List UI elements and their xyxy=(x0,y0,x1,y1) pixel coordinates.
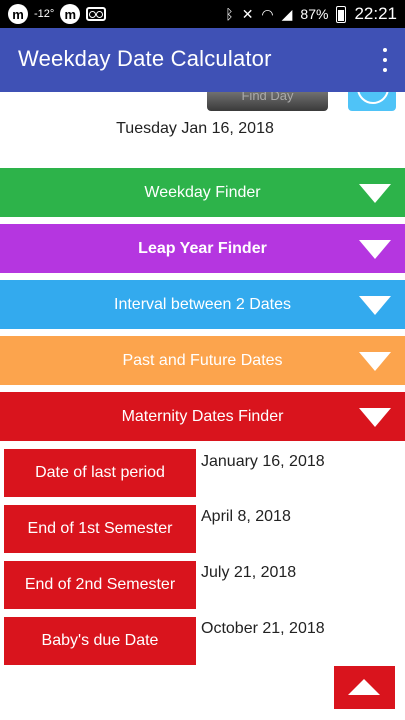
section-label: Leap Year Finder xyxy=(138,240,267,257)
find-day-button[interactable]: Find Day xyxy=(207,92,328,111)
section-leap-year-finder[interactable]: Leap Year Finder xyxy=(0,224,405,273)
section-maternity-dates-finder[interactable]: Maternity Dates Finder xyxy=(0,392,405,441)
temperature-text: -12° xyxy=(34,8,55,20)
section-interval-between-dates[interactable]: Interval between 2 Dates xyxy=(0,280,405,329)
voicemail-icon xyxy=(86,7,107,21)
battery-icon xyxy=(336,5,347,23)
clock-time: 22:21 xyxy=(354,4,397,23)
chevron-down-icon[interactable] xyxy=(359,240,391,259)
find-day-button-label: Find Day xyxy=(241,92,294,103)
end-of-1st-semester-button[interactable]: End of 1st Semester xyxy=(4,505,196,553)
end-of-2nd-semester-button[interactable]: End of 2nd Semester xyxy=(4,561,196,609)
mute-icon: ✕ xyxy=(241,5,254,22)
section-label: Interval between 2 Dates xyxy=(114,296,291,313)
chevron-down-icon[interactable] xyxy=(359,184,391,203)
app-bar: Weekday Date Calculator xyxy=(0,28,405,92)
bluetooth-icon: ᛒ xyxy=(225,6,234,22)
first-semester-end-value: April 8, 2018 xyxy=(201,508,291,525)
m-app-icon: m xyxy=(60,4,81,24)
section-weekday-finder[interactable]: Weekday Finder xyxy=(0,168,405,217)
m-app-icon: m xyxy=(8,4,28,24)
battery-percent: 87% xyxy=(300,6,329,22)
arrow-up-icon xyxy=(348,679,380,695)
result-date: Tuesday Jan 16, 2018 xyxy=(0,120,405,138)
chevron-down-icon[interactable] xyxy=(359,408,391,427)
button-label: Baby's due Date xyxy=(41,632,159,649)
due-date-value: October 21, 2018 xyxy=(201,620,325,637)
section-label: Weekday Finder xyxy=(144,184,261,201)
button-label: End of 2nd Semester xyxy=(24,576,176,593)
button-label: Date of last period xyxy=(35,464,165,481)
scroll-to-top-button[interactable] xyxy=(334,666,395,709)
section-label: Past and Future Dates xyxy=(122,352,283,369)
button-label: End of 1st Semester xyxy=(27,520,173,537)
overflow-menu-icon[interactable] xyxy=(379,48,391,72)
section-past-future-dates[interactable]: Past and Future Dates xyxy=(0,336,405,385)
signal-icon: ◢ xyxy=(281,5,293,22)
status-bar: m -12° m ᛒ ✕ ◠ ◢ 87% 22:21 xyxy=(0,0,405,28)
calendar-picker-icon[interactable] xyxy=(348,92,396,111)
app-title: Weekday Date Calculator xyxy=(18,46,272,71)
chevron-down-icon[interactable] xyxy=(359,296,391,315)
babys-due-date-button[interactable]: Baby's due Date xyxy=(4,617,196,665)
result-date-text: Tuesday Jan 16, 2018 xyxy=(116,120,274,137)
date-of-last-period-button[interactable]: Date of last period xyxy=(4,449,196,497)
second-semester-end-value: July 21, 2018 xyxy=(201,564,297,581)
chevron-down-icon[interactable] xyxy=(359,352,391,371)
wifi-icon: ◠ xyxy=(261,5,274,22)
last-period-date-value: January 16, 2018 xyxy=(201,453,325,470)
section-label: Maternity Dates Finder xyxy=(121,408,284,425)
